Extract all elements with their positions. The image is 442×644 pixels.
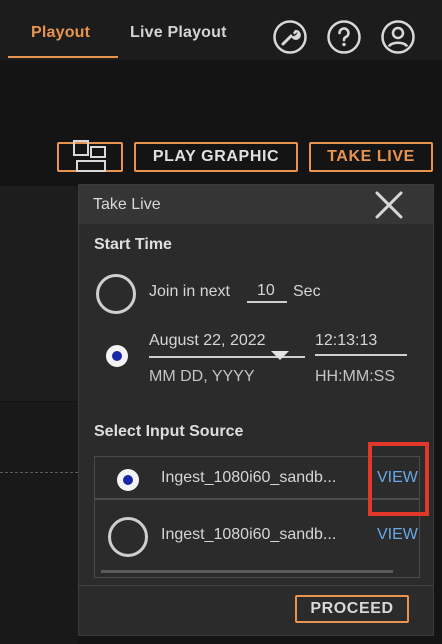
input-source-name-1[interactable]: Ingest_1080i60_sandb...: [161, 469, 336, 487]
tab-playout[interactable]: Playout: [31, 24, 90, 42]
timeline-guide: [0, 472, 78, 473]
join-seconds-input[interactable]: 10: [257, 282, 275, 300]
dialog-title: Take Live: [93, 196, 161, 213]
play-graphic-button[interactable]: PLAY GRAPHIC: [134, 142, 298, 172]
time-format-hint: HH:MM:SS: [315, 368, 395, 385]
join-unit-label: Sec: [293, 283, 321, 300]
time-underline: [315, 354, 407, 356]
layout-button[interactable]: [57, 140, 123, 172]
layout-icon: [73, 140, 106, 172]
view-source-2-link[interactable]: VIEW: [377, 526, 418, 544]
source-list-scrollbar[interactable]: [101, 570, 393, 573]
time-input[interactable]: 12:13:13: [315, 332, 377, 350]
join-seconds-underline: [247, 301, 287, 303]
date-dropdown-caret[interactable]: [271, 351, 289, 360]
background-panel-lower: [0, 402, 78, 644]
close-icon[interactable]: [373, 189, 405, 221]
footer-divider: [79, 585, 433, 586]
input-source-radio-2[interactable]: [108, 517, 148, 557]
select-input-source-title: Select Input Source: [94, 423, 244, 440]
input-source-radio-1[interactable]: [117, 469, 139, 491]
take-live-button[interactable]: TAKE LIVE: [309, 142, 433, 172]
active-tab-indicator: [8, 56, 118, 58]
user-account-icon[interactable]: [380, 19, 416, 55]
date-format-hint: MM DD, YYYY: [149, 368, 255, 385]
background-panel: [0, 186, 78, 401]
top-nav: Playout Live Playout: [0, 0, 442, 60]
input-source-name-2[interactable]: Ingest_1080i60_sandb...: [161, 526, 336, 544]
highlight-annotation: [368, 442, 429, 516]
take-live-dialog: Take Live Start Time Join in next 10 Sec…: [78, 184, 434, 636]
date-input[interactable]: August 22, 2022: [149, 332, 266, 350]
join-in-next-radio[interactable]: [96, 274, 136, 314]
settings-wrench-icon[interactable]: [272, 19, 308, 55]
start-time-title: Start Time: [94, 236, 172, 253]
join-in-next-label: Join in next: [149, 283, 230, 300]
help-icon[interactable]: [326, 19, 362, 55]
proceed-button[interactable]: PROCEED: [295, 595, 409, 623]
tab-live-playout[interactable]: Live Playout: [130, 24, 227, 42]
scheduled-date-radio[interactable]: [106, 345, 128, 367]
dialog-header: Take Live: [79, 185, 433, 224]
